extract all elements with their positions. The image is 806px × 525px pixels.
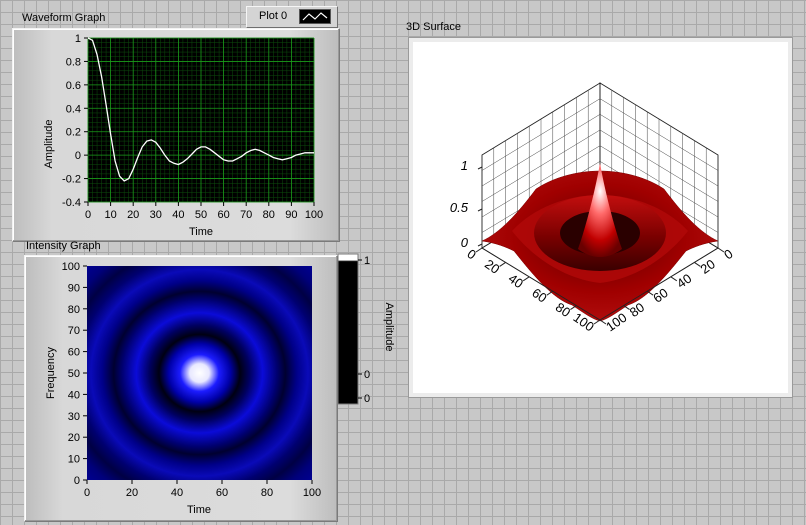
surface-z-tick-label: 0.5 bbox=[450, 200, 469, 215]
surface-z-tick-mark bbox=[477, 166, 483, 170]
waveform-x-tick-label: 30 bbox=[150, 209, 162, 221]
intensity-y-tick-label: 20 bbox=[68, 432, 80, 444]
surface-x-tick-label: 40 bbox=[506, 271, 526, 292]
intensity-y-tick-label: 10 bbox=[68, 454, 80, 466]
waveform-x-tick-label: 90 bbox=[285, 209, 297, 221]
waveform-x-tick-label: 20 bbox=[127, 209, 139, 221]
waveform-x-tick-label: 70 bbox=[240, 209, 252, 221]
intensity-y-tick-label: 50 bbox=[68, 368, 80, 380]
surface-caption: 3D Surface bbox=[406, 21, 462, 33]
plot-legend-label: Plot 0 bbox=[259, 10, 288, 22]
waveform-x-tick-label: 80 bbox=[263, 209, 275, 221]
intensity-x-tick-label: 20 bbox=[126, 487, 138, 499]
surface-y-tick-label: 40 bbox=[674, 271, 694, 292]
intensity-y-tick-label: 30 bbox=[68, 411, 80, 423]
waveform-x-tick-label: 0 bbox=[85, 209, 91, 221]
intensity-x-tick-label: 40 bbox=[171, 487, 183, 499]
waveform-y-tick-label: 0.8 bbox=[66, 56, 81, 68]
waveform-x-ticks: 0 10 20 30 40 50 60 70 80 90 100 bbox=[85, 202, 323, 221]
intensity-y-tick-label: 0 bbox=[74, 475, 80, 487]
surface-z-tick-mark bbox=[477, 208, 483, 212]
waveform-x-label: Time bbox=[189, 226, 213, 238]
intensity-x-tick-label: 0 bbox=[84, 487, 90, 499]
surface-y-tick-label: 20 bbox=[698, 256, 718, 277]
intensity-x-label: Time bbox=[187, 504, 211, 516]
surface-y-tick-label: 0 bbox=[721, 246, 736, 262]
waveform-y-tick-label: 0.6 bbox=[66, 80, 81, 92]
waveform-y-ticks: 1 0.8 0.6 0.4 0.2 0 -0.2 -0.4 bbox=[62, 33, 88, 209]
intensity-y-label: Frequency bbox=[45, 347, 57, 399]
scale-tick-mid: 0 bbox=[364, 369, 370, 381]
waveform-y-tick-label: 1 bbox=[75, 33, 81, 45]
waveform-graph[interactable]: 1 0.8 0.6 0.4 0.2 0 -0.2 -0.4 0 10 20 30 40 50 60 70 80… bbox=[12, 28, 338, 240]
waveform-plot-legend[interactable]: Plot 0 bbox=[246, 6, 338, 28]
plot-line-swatch-icon bbox=[299, 9, 331, 24]
intensity-x-ticks: 0 20 40 60 80 100 bbox=[84, 480, 321, 499]
surface-x-tick-label: 20 bbox=[482, 256, 502, 277]
waveform-x-tick-label: 40 bbox=[172, 209, 184, 221]
surface-plot[interactable]: 02040608010002040608010010.50 bbox=[408, 37, 791, 396]
intensity-y-tick-label: 80 bbox=[68, 304, 80, 316]
waveform-y-tick-label: -0.2 bbox=[62, 174, 81, 186]
waveform-y-tick-label: 0.2 bbox=[66, 127, 81, 139]
intensity-color-scale[interactable]: 1 0 0 Amplitude bbox=[336, 252, 406, 408]
intensity-x-tick-label: 60 bbox=[216, 487, 228, 499]
intensity-x-tick-label: 80 bbox=[261, 487, 273, 499]
waveform-x-tick-label: 50 bbox=[195, 209, 207, 221]
waveform-x-tick-label: 10 bbox=[104, 209, 116, 221]
intensity-graph-caption: Intensity Graph bbox=[26, 240, 101, 252]
intensity-y-tick-label: 100 bbox=[62, 261, 80, 273]
surface-z-tick-label: 0 bbox=[461, 235, 469, 250]
color-scale-label: Amplitude bbox=[383, 303, 395, 352]
waveform-y-label: Amplitude bbox=[43, 120, 55, 169]
waveform-y-tick-label: 0 bbox=[75, 150, 81, 162]
scale-tick-min: 0 bbox=[364, 393, 370, 405]
surface-z-tick-label: 1 bbox=[461, 158, 468, 173]
waveform-graph-caption: Waveform Graph bbox=[22, 12, 106, 24]
waveform-x-tick-label: 100 bbox=[305, 209, 323, 221]
waveform-x-tick-label: 60 bbox=[217, 209, 229, 221]
intensity-y-ticks: 1009080706050403020100 bbox=[62, 261, 87, 487]
scale-tick-max: 1 bbox=[364, 255, 370, 267]
waveform-y-tick-label: 0.4 bbox=[66, 103, 81, 115]
intensity-graph[interactable]: 1009080706050403020100 0 20 40 60 80 100 Time… bbox=[24, 255, 336, 520]
intensity-y-tick-label: 60 bbox=[68, 347, 80, 359]
intensity-y-tick-label: 90 bbox=[68, 282, 80, 294]
surface-z-tick-mark bbox=[477, 243, 483, 247]
waveform-y-tick-label: -0.4 bbox=[62, 197, 81, 209]
intensity-plot-area[interactable] bbox=[87, 266, 312, 480]
intensity-x-tick-label: 100 bbox=[303, 487, 321, 499]
intensity-y-tick-label: 70 bbox=[68, 325, 80, 337]
intensity-y-tick-label: 40 bbox=[68, 389, 80, 401]
color-ramp-bar[interactable] bbox=[337, 253, 359, 405]
